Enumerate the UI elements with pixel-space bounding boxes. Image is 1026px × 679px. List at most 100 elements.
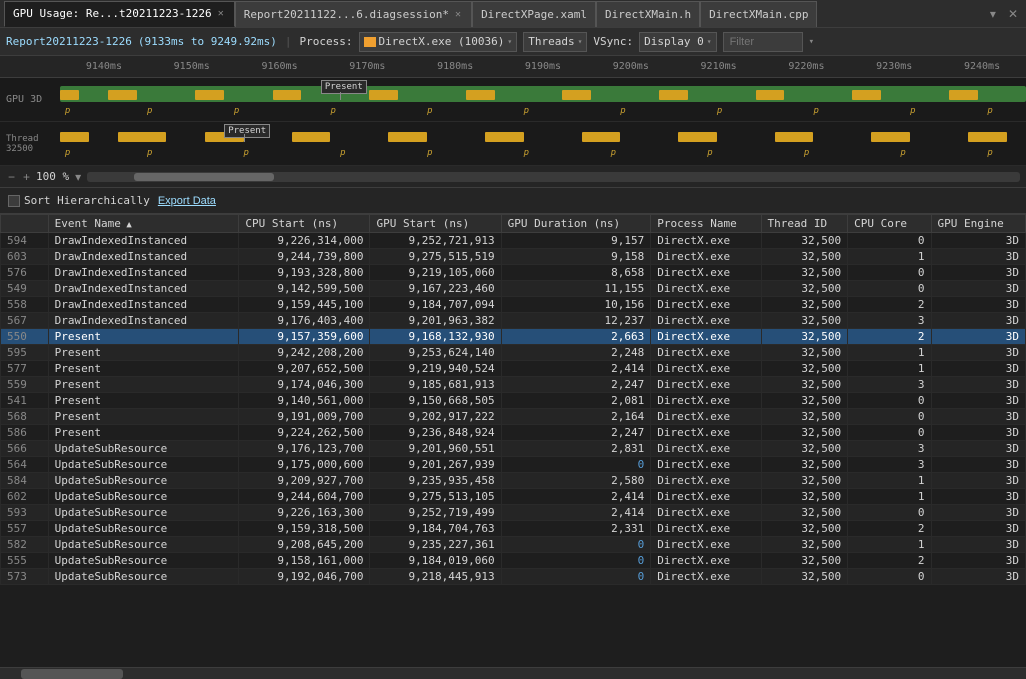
cell-process: DirectX.exe [651, 505, 761, 521]
table-row[interactable]: 566 UpdateSubResource 9,176,123,700 9,20… [1, 441, 1026, 457]
cell-cpu-start: 9,244,604,700 [239, 489, 370, 505]
thread-seg6 [485, 132, 524, 142]
thread-p4: p [340, 148, 345, 158]
thread-p7: p [611, 148, 616, 158]
cell-gpu-start: 9,275,515,519 [370, 249, 501, 265]
table-row[interactable]: 568 Present 9,191,009,700 9,202,917,222 … [1, 409, 1026, 425]
cell-gpu-dur: 2,164 [501, 409, 651, 425]
cell-thread: 32,500 [761, 393, 848, 409]
table-row[interactable]: 582 UpdateSubResource 9,208,645,200 9,23… [1, 537, 1026, 553]
thread-present-callout: Present [224, 124, 270, 138]
cell-gpu-dur: 2,081 [501, 393, 651, 409]
cell-thread: 32,500 [761, 569, 848, 585]
table-row[interactable]: 576 DrawIndexedInstanced 9,193,328,800 9… [1, 265, 1026, 281]
cell-gpu-dur: 0 [501, 537, 651, 553]
cell-id: 602 [1, 489, 49, 505]
sort-hierarchically-checkbox-label[interactable]: Sort Hierarchically [8, 194, 150, 207]
cell-process: DirectX.exe [651, 425, 761, 441]
zoom-out-button[interactable]: − [6, 170, 17, 184]
col-thread-id[interactable]: Thread ID [761, 215, 848, 233]
table-row[interactable]: 573 UpdateSubResource 9,192,046,700 9,21… [1, 569, 1026, 585]
cell-gpu-start: 9,184,704,763 [370, 521, 501, 537]
cell-thread: 32,500 [761, 425, 848, 441]
table-row[interactable]: 577 Present 9,207,652,500 9,219,940,524 … [1, 361, 1026, 377]
tab-close-all-button[interactable]: ✕ [1004, 7, 1022, 21]
col-gpu-engine[interactable]: GPU Engine [931, 215, 1025, 233]
table-row[interactable]: 567 DrawIndexedInstanced 9,176,403,400 9… [1, 313, 1026, 329]
tab-report[interactable]: Report20211122...6.diagsession* ✕ [235, 1, 472, 27]
cell-gpu-start: 9,201,963,382 [370, 313, 501, 329]
threads-dropdown[interactable]: Threads ▾ [523, 32, 587, 52]
thread32500-track-row[interactable]: Thread 32500 Present p p p p p p p p [0, 122, 1026, 166]
cell-cpu-start: 9,176,403,400 [239, 313, 370, 329]
tab-directxpage[interactable]: DirectXPage.xaml [472, 1, 596, 27]
process-dropdown[interactable]: DirectX.exe (10036) ▾ [359, 32, 518, 52]
table-row[interactable]: 595 Present 9,242,208,200 9,253,624,140 … [1, 345, 1026, 361]
tab-directxmain-h[interactable]: DirectXMain.h [596, 1, 700, 27]
cell-cpu-start: 9,224,262,500 [239, 425, 370, 441]
table-row[interactable]: 541 Present 9,140,561,000 9,150,668,505 … [1, 393, 1026, 409]
cell-cpu-core: 1 [848, 473, 931, 489]
table-row[interactable]: 602 UpdateSubResource 9,244,604,700 9,27… [1, 489, 1026, 505]
cell-gpu-engine: 3D [931, 505, 1025, 521]
table-row[interactable]: 549 DrawIndexedInstanced 9,142,599,500 9… [1, 281, 1026, 297]
table-row[interactable]: 550 Present 9,157,359,600 9,168,132,930 … [1, 329, 1026, 345]
cell-event: DrawIndexedInstanced [48, 297, 239, 313]
cell-gpu-start: 9,185,681,913 [370, 377, 501, 393]
cell-event: UpdateSubResource [48, 473, 239, 489]
gpu3d-p1: p [65, 106, 70, 116]
col-cpu-core[interactable]: CPU Core [848, 215, 931, 233]
cell-event: UpdateSubResource [48, 569, 239, 585]
tab-overflow-button[interactable]: ▾ [986, 7, 1000, 21]
ruler-9170: 9170ms [323, 61, 411, 72]
cell-process: DirectX.exe [651, 249, 761, 265]
table-row[interactable]: 603 DrawIndexedInstanced 9,244,739,800 9… [1, 249, 1026, 265]
thread-p5: p [427, 148, 432, 158]
thread-seg10 [871, 132, 910, 142]
export-data-button[interactable]: Export Data [158, 195, 216, 207]
table-row[interactable]: 559 Present 9,174,046,300 9,185,681,913 … [1, 377, 1026, 393]
cell-gpu-start: 9,201,267,939 [370, 457, 501, 473]
tab-gpu-usage-close[interactable]: ✕ [216, 8, 226, 19]
table-row[interactable]: 584 UpdateSubResource 9,209,927,700 9,23… [1, 473, 1026, 489]
table-row[interactable]: 557 UpdateSubResource 9,159,318,500 9,18… [1, 521, 1026, 537]
timeline-scrollbar[interactable] [87, 172, 1020, 182]
zoom-dropdown-button[interactable]: ▾ [73, 170, 83, 184]
zoom-in-button[interactable]: + [21, 170, 32, 184]
cell-gpu-engine: 3D [931, 537, 1025, 553]
cell-thread: 32,500 [761, 297, 848, 313]
table-horizontal-scrollbar[interactable] [0, 667, 1026, 679]
vsync-label: VSync: [593, 35, 633, 48]
display-dropdown[interactable]: Display 0 ▾ [639, 32, 716, 52]
col-gpu-start[interactable]: GPU Start (ns) [370, 215, 501, 233]
col-gpu-duration[interactable]: GPU Duration (ns) [501, 215, 651, 233]
table-horizontal-scroll-thumb [21, 669, 124, 679]
table-row[interactable]: 594 DrawIndexedInstanced 9,226,314,000 9… [1, 233, 1026, 249]
cell-event: UpdateSubResource [48, 553, 239, 569]
tab-gpu-usage[interactable]: GPU Usage: Re...t20211223-1226 ✕ [4, 1, 235, 27]
filter-input[interactable] [723, 32, 803, 52]
table-row[interactable]: 593 UpdateSubResource 9,226,163,300 9,25… [1, 505, 1026, 521]
process-label: Process: [300, 35, 353, 48]
table-row[interactable]: 564 UpdateSubResource 9,175,000,600 9,20… [1, 457, 1026, 473]
sort-hierarchically-checkbox[interactable] [8, 195, 20, 207]
table-row[interactable]: 558 DrawIndexedInstanced 9,159,445,100 9… [1, 297, 1026, 313]
cell-gpu-engine: 3D [931, 441, 1025, 457]
col-event-name[interactable]: Event Name [48, 215, 239, 233]
table-container[interactable]: Event Name CPU Start (ns) GPU Start (ns)… [0, 214, 1026, 667]
col-process-name[interactable]: Process Name [651, 215, 761, 233]
cell-gpu-engine: 3D [931, 393, 1025, 409]
table-row[interactable]: 555 UpdateSubResource 9,158,161,000 9,18… [1, 553, 1026, 569]
table-header-row: Event Name CPU Start (ns) GPU Start (ns)… [1, 215, 1026, 233]
thread32500-track[interactable]: Present p p p p p p p p p p p [60, 122, 1026, 165]
gpu3d-track[interactable]: Present p p p p p p p p p p p [60, 78, 1026, 121]
toolbar: Report20211223-1226 (9133ms to 9249.92ms… [0, 28, 1026, 56]
col-cpu-start[interactable]: CPU Start (ns) [239, 215, 370, 233]
cell-cpu-start: 9,158,161,000 [239, 553, 370, 569]
gpu3d-track-row[interactable]: GPU 3D Present p p p p p p p [0, 78, 1026, 122]
table-row[interactable]: 586 Present 9,224,262,500 9,236,848,924 … [1, 425, 1026, 441]
tab-report-close[interactable]: ✕ [453, 9, 463, 20]
col-id[interactable] [1, 215, 49, 233]
data-area: Sort Hierarchically Export Data Event Na… [0, 188, 1026, 679]
tab-directxmain-cpp[interactable]: DirectXMain.cpp [700, 1, 817, 27]
